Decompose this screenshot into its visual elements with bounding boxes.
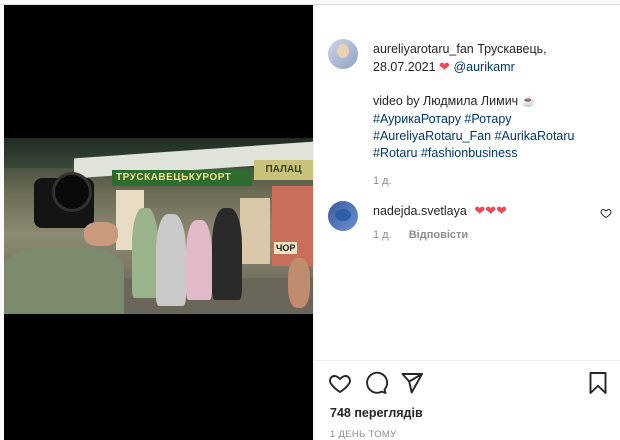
video-player[interactable]: ТРУСКАВЕЦЬКУРОРТ ПАЛАЦ ЧОР [4,5,313,440]
comment-like-heart-icon[interactable] [600,207,612,219]
caption-text: aureliyarotaru_fan Трускавець, 28.07.202… [373,41,613,190]
actions-divider [314,360,620,361]
video-frame[interactable]: ТРУСКАВЕЦЬКУРОРТ ПАЛАЦ ЧОР [4,138,313,314]
comment-hearts: ❤❤❤ [474,203,507,218]
post-timestamp[interactable]: 1 ДЕНЬ ТОМУ [330,429,396,440]
video-banner-right-text: ПАЛАЦ [254,160,313,180]
cup-emoji-icon: ☕ [521,96,536,108]
video-person [156,214,186,306]
video-poster [272,186,313,266]
video-person [132,208,158,298]
video-hand-shape [288,258,310,308]
bookmark-icon[interactable] [586,371,610,395]
video-credit: video by Людмила Лимич [373,94,519,108]
comment-age[interactable]: 1 д. [373,229,392,241]
video-person [186,220,212,300]
video-person [212,208,242,300]
caption-age[interactable]: 1 д. [373,175,392,187]
heart-outline-icon[interactable] [328,371,352,395]
author-username[interactable]: aureliyarotaru_fan [373,42,474,56]
mention-link[interactable]: @aurikamr [453,60,514,74]
video-sign-text: ЧОР [274,242,298,254]
reply-button[interactable]: Відповісти [409,229,468,241]
view-count[interactable]: 748 переглядів [330,406,423,420]
video-person-foreground [4,248,124,314]
post-date: 28.07.2021 [373,60,436,74]
paper-plane-icon[interactable] [400,371,424,395]
video-camera-lens [52,172,92,212]
author-avatar[interactable] [328,39,358,69]
heart-emoji-icon: ❤ [439,59,450,74]
video-banner-text: ТРУСКАВЕЦЬКУРОРТ [112,170,252,186]
comment-text: nadejda.svetlaya ❤❤❤ [373,203,507,219]
video-poster [240,198,270,264]
hashtag-line[interactable]: #АурикаРотару #Ротару [373,112,511,126]
commenter-username[interactable]: nadejda.svetlaya [373,204,467,218]
post-details-panel: aureliyarotaru_fan Трускавець, 28.07.202… [313,5,620,440]
comment-meta: 1 д. Відповісти [373,229,468,241]
post-location[interactable]: Трускавець, [477,42,546,56]
video-hand-shape [84,222,118,246]
hashtag-line[interactable]: #Rotaru #fashionbusiness [373,146,518,160]
post-actions-bar [328,371,613,397]
commenter-avatar[interactable] [328,201,358,231]
comment-bubble-icon[interactable] [364,371,388,395]
hashtag-line[interactable]: #AureliyaRotaru_Fan #AurikaRotaru [373,129,575,143]
